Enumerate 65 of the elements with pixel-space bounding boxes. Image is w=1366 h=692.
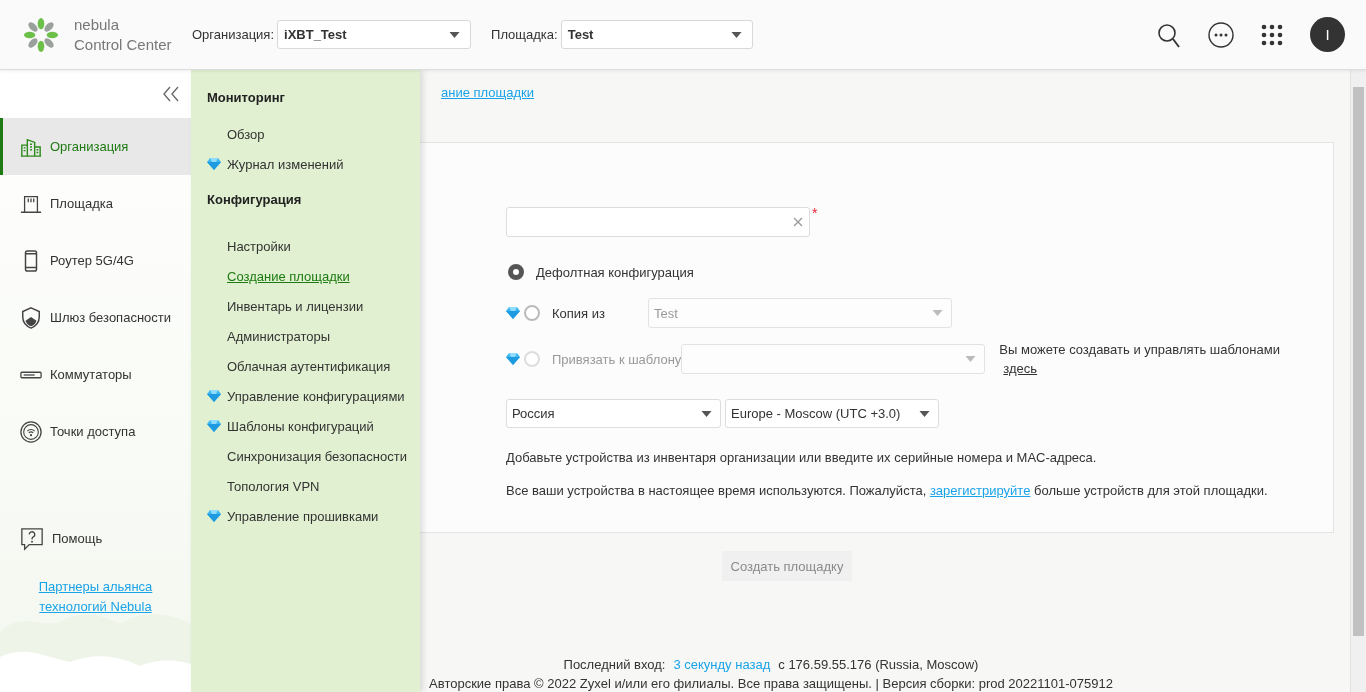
shield-icon — [20, 306, 42, 329]
clear-icon[interactable] — [793, 217, 803, 227]
menu-item[interactable]: Синхронизация безопасности — [227, 448, 407, 464]
organization-select[interactable]: iXBT_Test — [277, 20, 472, 49]
caret-icon — [932, 310, 943, 316]
wifi-icon — [20, 420, 42, 443]
menu-section-title: Мониторинг — [207, 89, 286, 107]
required-mark: * — [812, 207, 818, 219]
sidebar-item[interactable]: Точки доступа — [0, 403, 191, 460]
last-login-label: Последний вход: — [563, 656, 666, 674]
user-avatar[interactable]: I — [1310, 17, 1345, 52]
caret-icon — [965, 356, 977, 362]
apps-grid-icon[interactable] — [1261, 23, 1283, 46]
sidebar-item[interactable]: Коммутаторы — [0, 346, 191, 403]
caret-icon — [730, 31, 742, 38]
country-select[interactable]: Россия — [506, 399, 721, 428]
menu-item[interactable]: Облачная аутентификация — [227, 358, 391, 374]
help-item[interactable]: Помощь — [0, 510, 191, 567]
info-text: Добавьте устройства из инвентаря организации или введите их серийные номера и MAC-адреса. — [506, 450, 1098, 466]
menu-section-title: Конфигурация — [207, 191, 303, 209]
diamond-icon — [207, 420, 221, 432]
diamond-icon — [207, 158, 221, 170]
caret-icon — [701, 410, 712, 417]
menu-item[interactable]: Создание площадки — [227, 268, 350, 284]
sidebar-item[interactable]: Шлюз безопасности — [0, 289, 191, 346]
collapse-icon[interactable] — [162, 86, 180, 102]
sidebar-item[interactable]: Роутер 5G/4G — [0, 232, 191, 289]
help-icon — [20, 526, 44, 551]
caret-icon — [449, 31, 461, 38]
option-label: Привязать к шаблону — [552, 351, 682, 367]
diamond-icon — [506, 307, 520, 319]
template-note: Вы можете создавать и управлять шаблонами — [999, 341, 1280, 359]
menu-item[interactable]: Управление конфигурациями — [227, 388, 405, 404]
menu-item[interactable]: Обзор — [227, 126, 265, 142]
menu-item[interactable]: Управление прошивками — [227, 508, 379, 524]
diamond-icon — [207, 390, 221, 402]
caret-icon — [919, 410, 930, 417]
menu-item[interactable]: Топология VPN — [227, 478, 320, 494]
site-name-field[interactable] — [506, 207, 810, 237]
menu-item[interactable]: Журнал изменений — [227, 156, 344, 172]
diamond-icon — [207, 510, 221, 522]
notice-text: Все ваши устройства в настоящее время используются. Пожалуйста, зарегистрируйте больше устройств для этой площадки. — [506, 483, 1269, 499]
site-label: Площадка: — [491, 27, 558, 42]
logo-text: Control Center — [74, 34, 172, 55]
option-label: Копия из — [552, 305, 606, 321]
site-select[interactable]: Test — [560, 20, 753, 49]
organization-label: Организация: — [192, 27, 275, 42]
diamond-icon — [506, 353, 520, 365]
logo-icon — [24, 17, 58, 52]
menu-item[interactable]: Инвентарь и лицензии — [227, 298, 364, 314]
copyright-text: Авторские права © 2022 Zyxel и/или его филиалы. Все права защищены. | Версия сборки: prod 20221101-075912 — [428, 675, 1114, 692]
menu-item[interactable]: Администраторы — [227, 328, 331, 344]
last-login-origin: с 176.59.55.176 (Russia, Moscow) — [778, 656, 979, 674]
scrollbar[interactable] — [1350, 70, 1366, 692]
radio-button[interactable] — [524, 305, 540, 321]
more-icon[interactable] — [1208, 21, 1234, 48]
menu-item[interactable]: Настройки — [227, 238, 291, 254]
sidebar-item[interactable]: Площадка — [0, 175, 191, 232]
radio-button[interactable] — [508, 264, 524, 280]
timezone-select[interactable]: Europe - Moscow (UTC +3.0) — [725, 399, 939, 428]
search-icon[interactable] — [1157, 21, 1181, 48]
logo-text: nebula — [74, 14, 121, 35]
option-label: Дефолтная конфигурация — [536, 264, 694, 280]
sidebar-item[interactable]: Организация — [0, 118, 191, 175]
menu-item[interactable]: Шаблоны конфигураций — [227, 418, 374, 434]
